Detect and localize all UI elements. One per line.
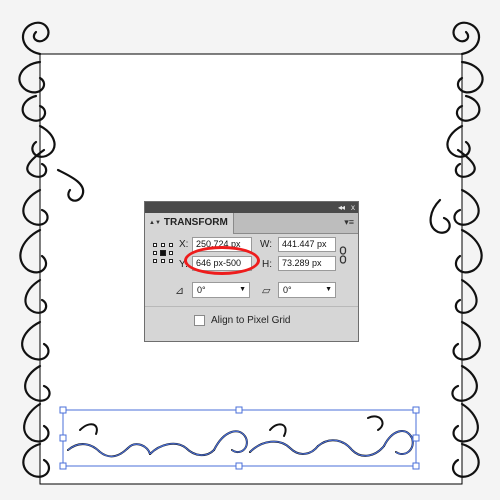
w-label: W: bbox=[260, 239, 273, 250]
shear-dropdown[interactable]: 0° ▼ bbox=[278, 282, 336, 298]
close-panel-icon[interactable]: x bbox=[351, 202, 355, 213]
height-field[interactable]: 73.289 px bbox=[278, 256, 336, 271]
panel-title-bar[interactable]: ◂◂ x bbox=[145, 202, 358, 213]
width-field[interactable]: 441.447 px bbox=[278, 237, 336, 252]
align-to-pixel-grid-checkbox[interactable] bbox=[194, 315, 205, 326]
collapse-panel-icon[interactable]: ◂◂ bbox=[338, 202, 345, 213]
tab-transform-label: TRANSFORM bbox=[163, 217, 228, 228]
rotate-dropdown[interactable]: 0° ▼ bbox=[192, 282, 250, 298]
tab-transform[interactable]: ▲▼ TRANSFORM bbox=[145, 213, 234, 234]
link-proportions-icon[interactable] bbox=[339, 245, 347, 265]
chevron-down-icon: ▼ bbox=[239, 286, 246, 293]
h-label: H: bbox=[262, 259, 272, 270]
transform-panel: ◂◂ x ▲▼ TRANSFORM ▾≡ X: 250.724 px Y: 646… bbox=[144, 201, 359, 342]
chevron-down-icon: ▼ bbox=[325, 286, 332, 293]
y-position-field[interactable]: 646 px-500 bbox=[192, 256, 252, 271]
rotate-value: 0° bbox=[197, 285, 206, 295]
tab-arrows-icon: ▲▼ bbox=[149, 220, 161, 226]
divider bbox=[145, 306, 358, 307]
shear-value: 0° bbox=[283, 285, 292, 295]
reference-point-icon[interactable] bbox=[153, 243, 173, 263]
rotate-icon: ⊿ bbox=[175, 285, 185, 297]
panel-menu-icon[interactable]: ▾≡ bbox=[344, 217, 354, 227]
align-to-pixel-grid-label: Align to Pixel Grid bbox=[211, 315, 291, 326]
y-label: Y: bbox=[179, 259, 188, 270]
shear-icon: ▱ bbox=[262, 285, 271, 297]
x-position-field[interactable]: 250.724 px bbox=[192, 237, 252, 252]
panel-tab-strip: ▲▼ TRANSFORM ▾≡ bbox=[145, 213, 358, 234]
x-label: X: bbox=[179, 239, 189, 250]
